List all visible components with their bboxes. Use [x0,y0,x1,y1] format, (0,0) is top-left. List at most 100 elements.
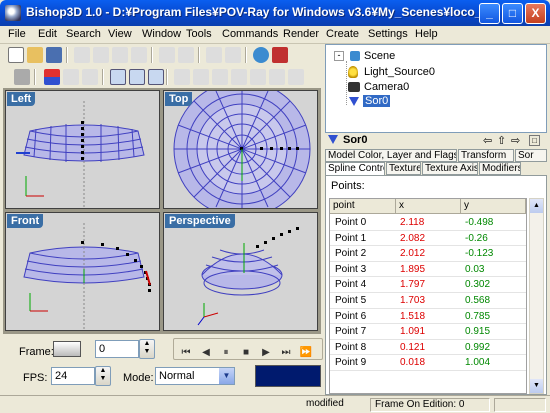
column-header-y[interactable]: y [461,199,526,214]
table-row[interactable]: Point 9 0.018 1.004 [330,355,526,371]
tab-spline-control[interactable]: Spline Control [325,162,385,175]
tab-sor[interactable]: Sor [515,149,547,162]
menu-file[interactable]: File [8,28,26,40]
copy-icon[interactable] [93,47,109,63]
forward-arrow-icon[interactable]: ⇨ [511,134,520,147]
table-row[interactable]: Point 6 1.518 0.785 [330,309,526,325]
point-name-cell[interactable]: Point 4 [335,279,366,290]
tab-model-color[interactable]: Model Color, Layer and Flags [325,149,457,162]
maximize-button[interactable]: □ [502,3,523,24]
table-row[interactable]: Point 1 2.082 -0.26 [330,231,526,247]
layers-icon[interactable] [44,69,60,85]
undo-icon[interactable] [159,47,175,63]
render-window-icon[interactable] [272,47,288,63]
table-row[interactable]: Point 0 2.118 -0.498 [330,215,526,231]
menu-help[interactable]: Help [415,28,438,40]
point-name-cell[interactable]: Point 8 [335,342,366,353]
y-value-cell[interactable]: -0.498 [465,217,493,228]
table-row[interactable]: Point 7 1.091 0.915 [330,324,526,340]
tree-scene[interactable]: Scene [364,50,395,62]
menu-render[interactable]: Render [283,28,319,40]
play-icon[interactable]: ▶ [258,345,274,361]
x-value-cell[interactable]: 0.018 [400,357,425,368]
tab-texture[interactable]: Texture [386,162,421,175]
column-header-x[interactable]: x [396,199,461,214]
point-name-cell[interactable]: Point 0 [335,217,366,228]
menu-settings[interactable]: Settings [368,28,408,40]
first-frame-icon[interactable]: ⏮ [178,345,194,361]
menu-create[interactable]: Create [326,28,359,40]
point-name-cell[interactable]: Point 2 [335,248,366,259]
home-icon[interactable] [14,69,30,85]
tab-transform[interactable]: Transform [458,149,514,162]
title-bar[interactable]: Bishop3D 1.0 - D:¥Program Files¥POV-Ray … [0,0,550,26]
table-row[interactable]: Point 2 2.012 -0.123 [330,246,526,262]
menu-search[interactable]: Search [66,28,101,40]
menu-commands[interactable]: Commands [222,28,278,40]
pan-icon[interactable] [212,69,228,85]
redo-icon[interactable] [178,47,194,63]
save-icon[interactable] [46,47,62,63]
menu-edit[interactable]: Edit [38,28,57,40]
close-button[interactable]: X [525,3,546,24]
move-icon[interactable] [231,69,247,85]
y-value-cell[interactable]: -0.123 [465,248,493,259]
y-value-cell[interactable]: 1.004 [465,357,490,368]
select-object-icon[interactable] [63,69,79,85]
render-icon[interactable] [253,47,269,63]
zoom-out-icon[interactable] [193,69,209,85]
x-value-cell[interactable]: 1.797 [400,279,425,290]
replace-icon[interactable] [225,47,241,63]
collapse-icon[interactable]: - [334,51,344,61]
x-value-cell[interactable]: 1.091 [400,326,425,337]
point-name-cell[interactable]: Point 9 [335,357,366,368]
new-file-icon[interactable] [8,47,24,63]
text-icon[interactable] [288,69,304,85]
table-row[interactable]: Point 3 1.895 0.03 [330,262,526,278]
frame-slider-icon[interactable] [53,341,81,357]
find-icon[interactable] [206,47,222,63]
frame-spinner[interactable]: ▲ ▼ [139,339,155,359]
pause-icon[interactable]: ⏸ [218,345,234,361]
tab-modifiers[interactable]: Modifiers [479,162,521,175]
fps-spinner[interactable]: ▲ ▼ [95,366,111,386]
fps-input[interactable]: 24 [51,367,95,385]
delete-icon[interactable] [131,47,147,63]
y-value-cell[interactable]: 0.568 [465,295,490,306]
point-name-cell[interactable]: Point 6 [335,311,366,322]
tree-item-light[interactable]: Light_Source0 [364,66,435,78]
rotate-icon[interactable] [250,69,266,85]
panel-view-icon[interactable] [148,69,164,85]
table-row[interactable]: Point 5 1.703 0.568 [330,293,526,309]
points-scrollbar[interactable]: ▲ ▼ [529,198,544,394]
point-name-cell[interactable]: Point 7 [335,326,366,337]
minimize-button[interactable]: _ [479,3,500,24]
table-row[interactable]: Point 4 1.797 0.302 [330,277,526,293]
stop-icon[interactable]: ■ [238,345,254,361]
grid-view-icon[interactable] [110,69,126,85]
paste-icon[interactable] [112,47,128,63]
y-value-cell[interactable]: -0.26 [465,233,488,244]
last-frame-icon[interactable]: ⏩ [298,345,314,361]
y-value-cell[interactable]: 0.992 [465,342,490,353]
tree-item-camera[interactable]: Camera0 [364,81,409,93]
y-value-cell[interactable]: 0.302 [465,279,490,290]
window-mode-icon[interactable]: □ [529,135,540,146]
menu-window[interactable]: Window [142,28,181,40]
y-value-cell[interactable]: 0.915 [465,326,490,337]
x-value-cell[interactable]: 1.518 [400,311,425,322]
tree-item-sor[interactable]: Sor0 [363,95,391,107]
up-arrow-icon[interactable]: ⇧ [497,134,506,147]
viewport-top[interactable]: Top [163,90,318,209]
frame-input[interactable]: 0 [95,340,139,358]
table-row[interactable]: Point 8 0.121 0.992 [330,340,526,356]
x-value-cell[interactable]: 2.118 [400,217,424,228]
select-points-icon[interactable] [82,69,98,85]
point-name-cell[interactable]: Point 3 [335,264,366,275]
next-frame-icon[interactable]: ⏭ [278,345,294,361]
tab-texture-axis[interactable]: Texture Axis [422,162,478,175]
chevron-down-icon[interactable]: ▼ [219,368,234,384]
column-header-point[interactable]: point [330,199,396,214]
menu-view[interactable]: View [108,28,132,40]
table-view-icon[interactable] [129,69,145,85]
